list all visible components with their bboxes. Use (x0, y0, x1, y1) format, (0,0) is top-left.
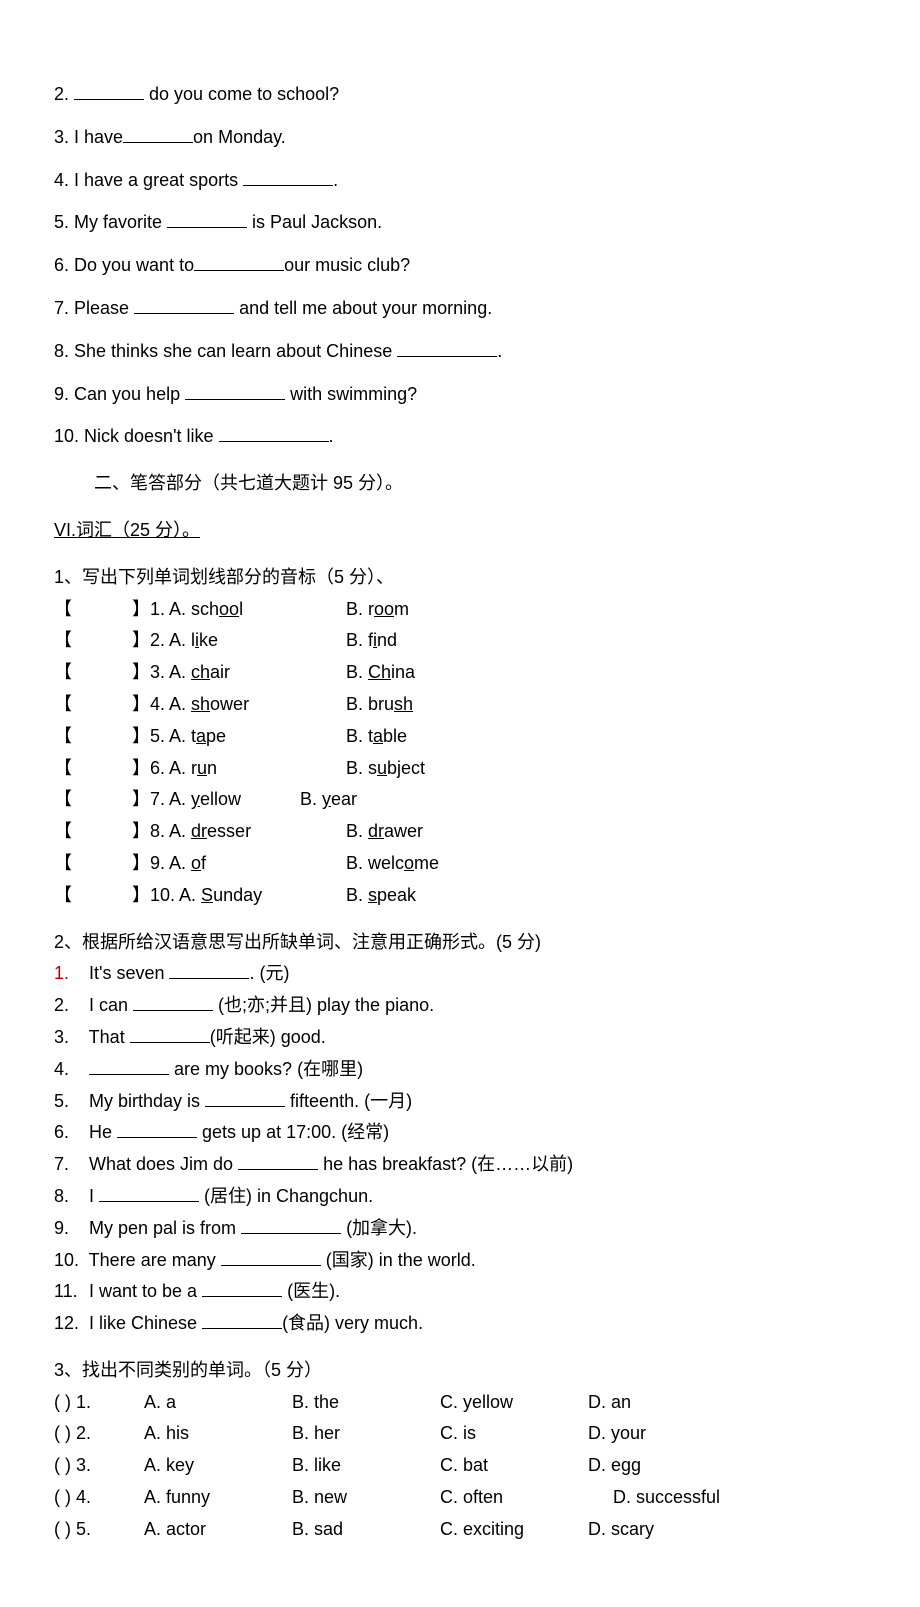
top-question: 2. do you come to school? (54, 80, 866, 109)
phon-item: 【】10. A. SundayB. speak (54, 881, 866, 910)
phon-item: 【】1. A. schoolB. room (54, 595, 866, 624)
phon-item: 【】4. A. showerB. brush (54, 690, 866, 719)
blank[interactable] (117, 1119, 197, 1138)
blank[interactable] (205, 1088, 285, 1107)
blank[interactable] (241, 1215, 341, 1234)
section6-heading: VI.词汇（25 分）。 (54, 520, 200, 540)
fill-item: 10. There are many (国家) in the world. (54, 1246, 866, 1275)
phon-item: 【】6. A. runB. subject (54, 754, 866, 783)
category-answer-slot[interactable]: ( ) 3. (54, 1451, 144, 1480)
top-question: 4. I have a great sports . (54, 166, 866, 195)
blank[interactable] (123, 124, 193, 143)
top-question: 10. Nick doesn't like . (54, 422, 866, 451)
fill-item: 8. I (居住) in Changchun. (54, 1182, 866, 1211)
blank[interactable] (202, 1310, 282, 1329)
category-answer-slot[interactable]: ( ) 2. (54, 1419, 144, 1448)
phon-heading: 1、写出下列单词划线部分的音标（5 分）、 (54, 563, 866, 592)
blank[interactable] (221, 1247, 321, 1266)
fill-item: 7. What does Jim do he has breakfast? (在… (54, 1150, 866, 1179)
category-item: ( ) 5. A. actorB. sadC. excitingD. scary (54, 1515, 866, 1544)
category-item: ( ) 2. A. hisB. herC. isD. your (54, 1419, 866, 1448)
fill-item: 1. It's seven . (元) (54, 959, 866, 988)
phonetic-rows: 【】1. A. schoolB. room【】2. A. likeB. find… (54, 595, 866, 910)
category-answer-slot[interactable]: ( ) 5. (54, 1515, 144, 1544)
phon-item: 【】9. A. ofB. welcome (54, 849, 866, 878)
blank[interactable] (133, 992, 213, 1011)
blank[interactable] (243, 167, 333, 186)
blank[interactable] (169, 960, 249, 979)
fill-item: 9. My pen pal is from (加拿大). (54, 1214, 866, 1243)
blank[interactable] (167, 209, 247, 228)
section2-heading: 二、笔答部分（共七道大题计 95 分）。 (54, 469, 866, 498)
fill-item: 2. I can (也;亦;并且) play the piano. (54, 991, 866, 1020)
top-question: 7. Please and tell me about your morning… (54, 294, 866, 323)
fill-item: 12. I like Chinese (食品) very much. (54, 1309, 866, 1338)
fill-item: 4. are my books? (在哪里) (54, 1055, 866, 1084)
blank[interactable] (74, 81, 144, 100)
blank[interactable] (89, 1056, 169, 1075)
fill-item: 5. My birthday is fifteenth. (一月) (54, 1087, 866, 1116)
blank[interactable] (202, 1278, 282, 1297)
blank[interactable] (397, 338, 497, 357)
blank[interactable] (185, 381, 285, 400)
top-question: 3. I haveon Monday. (54, 123, 866, 152)
top-question: 9. Can you help with swimming? (54, 380, 866, 409)
phon-item: 【】7. A. yellowB. year (54, 785, 866, 814)
phon-item: 【】3. A. chairB. China (54, 658, 866, 687)
fill-item: 6. He gets up at 17:00. (经常) (54, 1118, 866, 1147)
category-heading: 3、找出不同类别的单词。（5 分） (54, 1356, 866, 1385)
blank[interactable] (130, 1024, 210, 1043)
fill-rows: 1. It's seven . (元) 2. I can (也;亦;并且) pla… (54, 959, 866, 1338)
category-item: ( ) 4. A. funnyB. newC. often D. success… (54, 1483, 866, 1512)
phon-item: 【】5. A. tapeB. table (54, 722, 866, 751)
category-answer-slot[interactable]: ( ) 4. (54, 1483, 144, 1512)
top-question: 5. My favorite is Paul Jackson. (54, 208, 866, 237)
blank[interactable] (238, 1151, 318, 1170)
top-question: 6. Do you want toour music club? (54, 251, 866, 280)
fill-heading: 2、根据所给汉语意思写出所缺单词、注意用正确形式。(5 分) (54, 928, 866, 957)
phon-item: 【】2. A. likeB. find (54, 626, 866, 655)
category-answer-slot[interactable]: ( ) 1. (54, 1388, 144, 1417)
category-item: ( ) 1. A. aB. theC. yellowD. an (54, 1388, 866, 1417)
blank[interactable] (99, 1183, 199, 1202)
category-rows: ( ) 1. A. aB. theC. yellowD. an( ) 2. A.… (54, 1388, 866, 1544)
fill-item: 3. That (听起来) good. (54, 1023, 866, 1052)
blank[interactable] (219, 423, 329, 442)
top-question: 8. She thinks she can learn about Chines… (54, 337, 866, 366)
blank[interactable] (134, 295, 234, 314)
blank[interactable] (194, 252, 284, 271)
phon-item: 【】8. A. dresserB. drawer (54, 817, 866, 846)
top-fill-questions: 2. do you come to school? 3. I haveon Mon… (54, 80, 866, 451)
category-item: ( ) 3. A. keyB. likeC. batD. egg (54, 1451, 866, 1480)
